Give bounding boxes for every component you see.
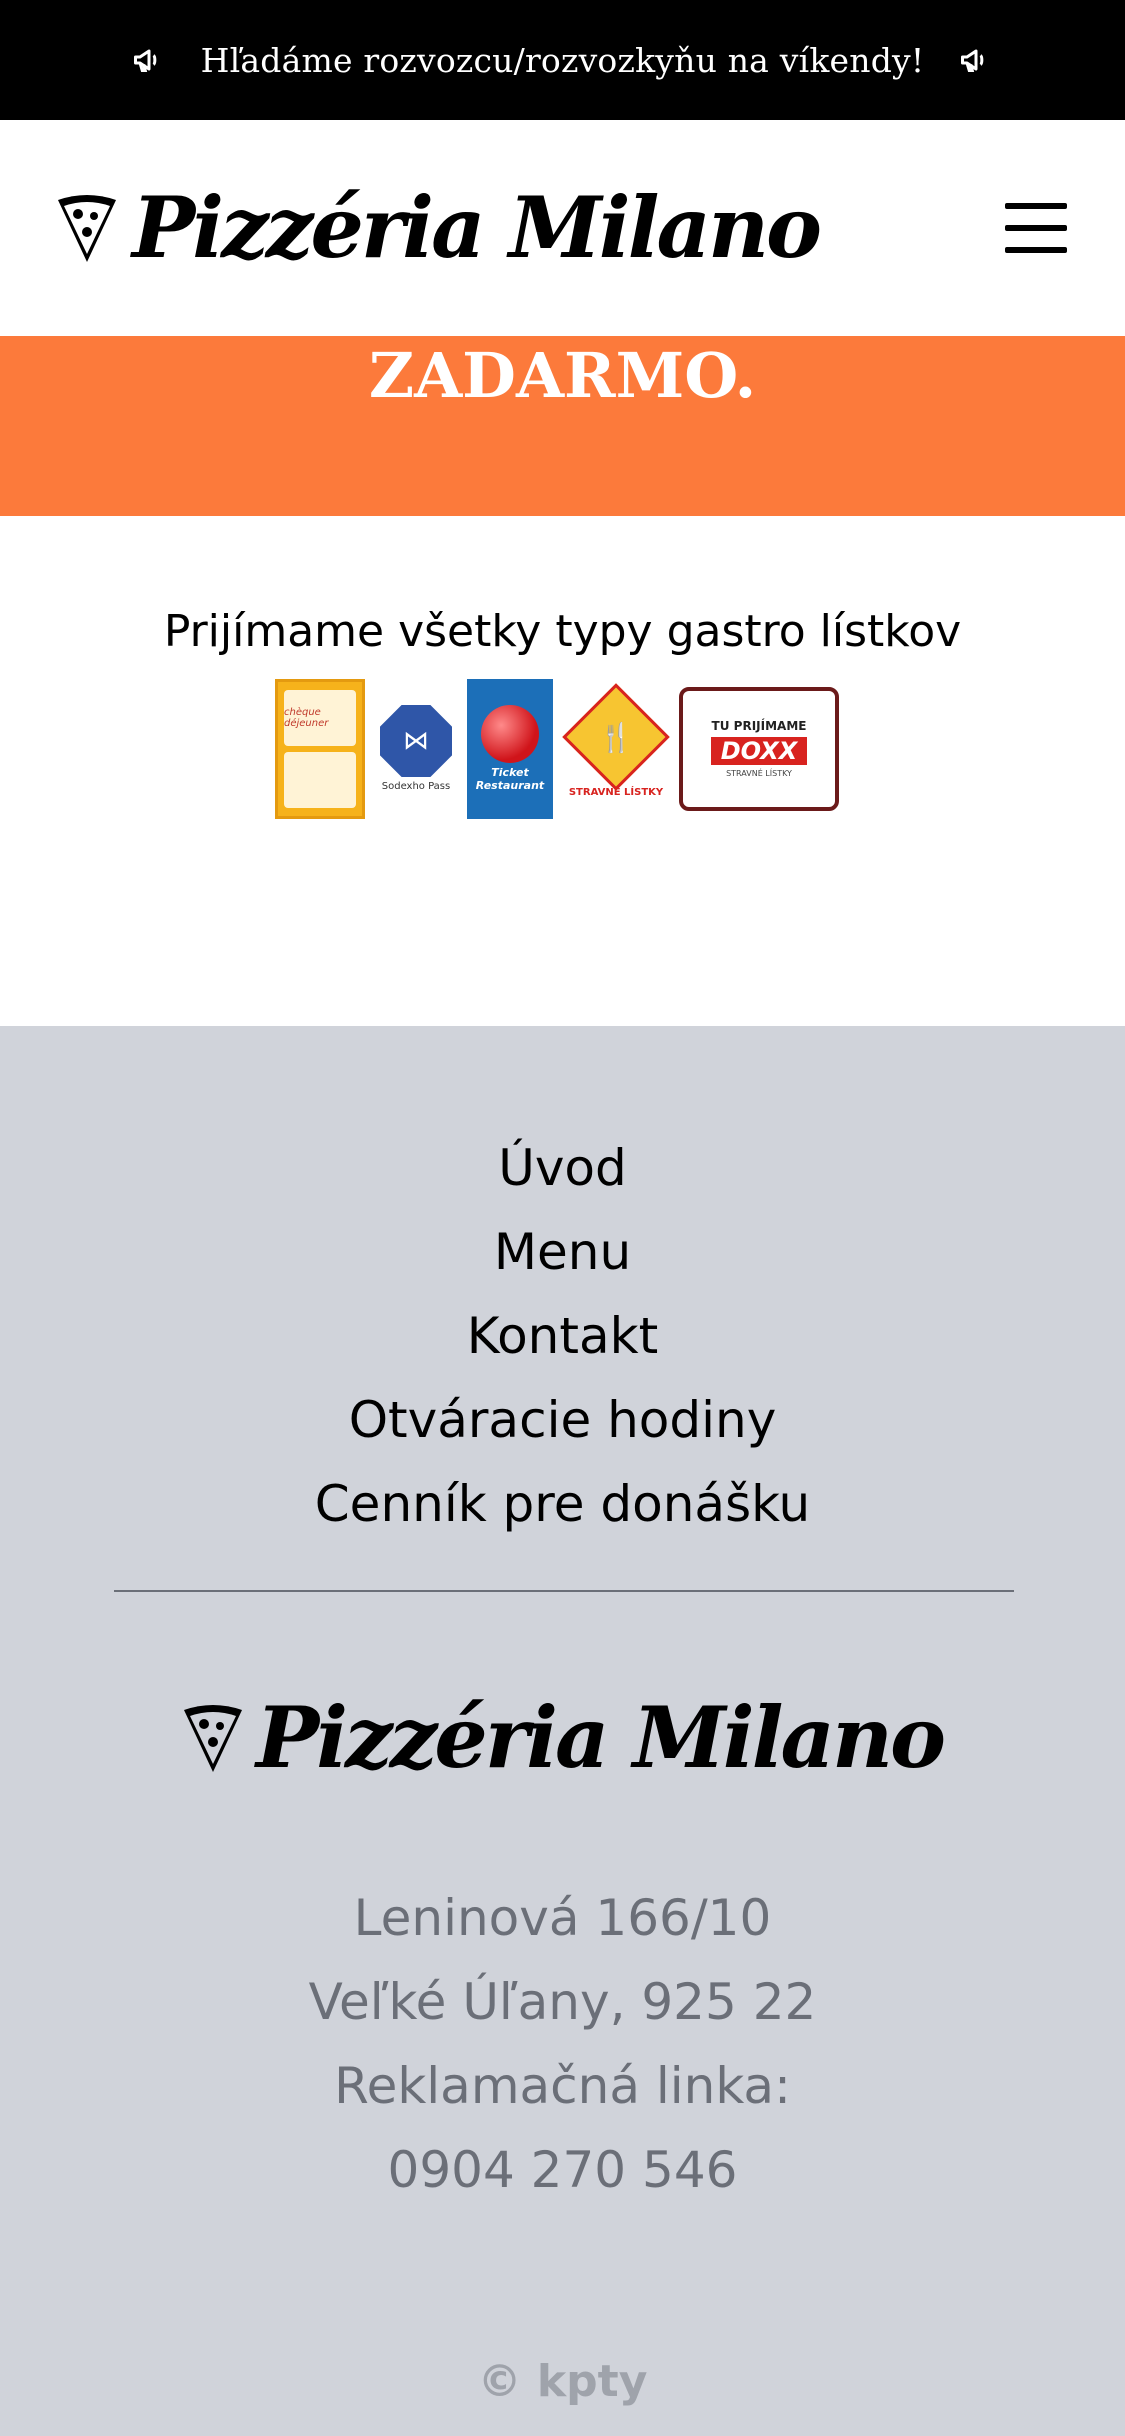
complaint-phone[interactable]: 0904 270 546 xyxy=(0,2128,1125,2212)
pizza-slice-icon xyxy=(183,1705,242,1772)
announcement-text: Hľadáme rozvozcu/rozvozkyňu na víkendy! xyxy=(200,40,925,80)
footer-link-delivery-prices[interactable]: Cenník pre donášku xyxy=(0,1462,1125,1546)
doxx-logo: TU PRIJÍMAME DOXX STRAVNÉ LÍSTKY xyxy=(679,686,839,811)
complaint-line-label: Reklamačná linka: xyxy=(334,2057,791,2115)
copyright[interactable]: © kpty xyxy=(0,2356,1125,2407)
footer-logo-text: Pizzéria Milano xyxy=(255,1688,946,1787)
footer-link-kontakt[interactable]: Kontakt xyxy=(0,1294,1125,1378)
footer-link-uvod[interactable]: Úvod xyxy=(0,1126,1125,1210)
menu-toggle-button[interactable] xyxy=(1005,203,1067,253)
hamburger-icon xyxy=(1005,203,1067,209)
voucher-logos: chèque déjeuner ⋈ Sodexho Pass Ticket Re… xyxy=(275,676,840,821)
pizza-slice-icon xyxy=(58,195,116,262)
announcement-bar: Hľadáme rozvozcu/rozvozkyňu na víkendy! xyxy=(0,0,1125,120)
site-logo[interactable]: Pizzéria Milano xyxy=(56,178,822,277)
voucher-title: Prijímame všetky typy gastro lístkov xyxy=(163,606,962,657)
promo-banner: ZADARMO. xyxy=(0,336,1125,516)
logo-text: Pizzéria Milano xyxy=(132,178,822,277)
footer-link-menu[interactable]: Menu xyxy=(0,1210,1125,1294)
ticket-restaurant-logo: Ticket Restaurant xyxy=(467,678,553,819)
footer-logo[interactable]: Pizzéria Milano xyxy=(0,1696,1125,1780)
footer-address: Leninová 166/10 Veľké Úľany, 925 22 Rekl… xyxy=(0,1876,1125,2212)
cheque-dejeuner-logo: chèque déjeuner xyxy=(275,678,365,819)
megaphone-icon xyxy=(133,49,157,72)
address-street: Leninová 166/10 xyxy=(353,1889,772,1947)
footer-link-hours[interactable]: Otváracie hodiny xyxy=(0,1378,1125,1462)
bow-tie-icon: ⋈ xyxy=(380,705,452,777)
footer-nav: Úvod Menu Kontakt Otváracie hodiny Cenní… xyxy=(0,1126,1125,1546)
voucher-section: Prijímame všetky typy gastro lístkov chè… xyxy=(0,516,1125,1026)
red-ball-icon xyxy=(481,705,539,764)
stravne-listky-logo: 🍴 STRAVNÉ LÍSTKY xyxy=(561,678,671,819)
site-header: Pizzéria Milano xyxy=(0,120,1125,336)
sodexho-logo: ⋈ Sodexho Pass xyxy=(373,678,459,819)
promo-text: ZADARMO. xyxy=(368,339,757,412)
megaphone-icon xyxy=(961,49,984,72)
address-city: Veľké Úľany, 925 22 xyxy=(308,1973,817,2031)
site-footer: Úvod Menu Kontakt Otváracie hodiny Cenní… xyxy=(0,1026,1125,2436)
cutlery-icon: 🍴 xyxy=(598,720,634,754)
footer-divider xyxy=(114,1590,1014,1592)
